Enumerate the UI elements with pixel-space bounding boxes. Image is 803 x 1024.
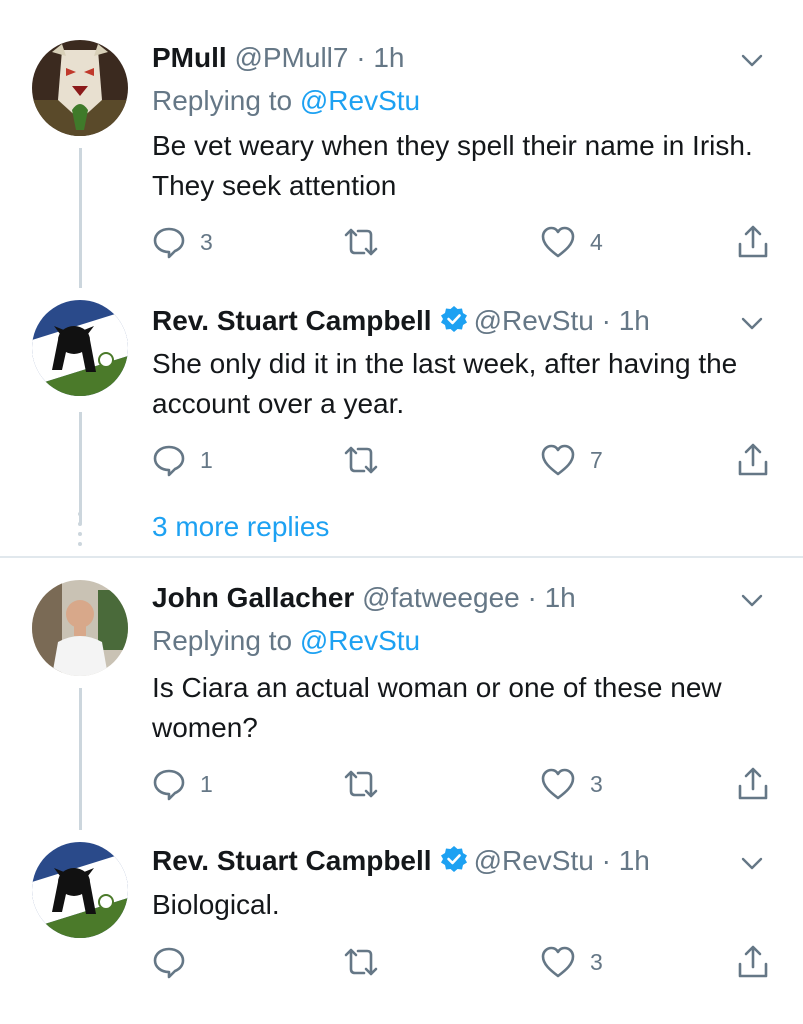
like-button[interactable]: 3 xyxy=(540,764,603,804)
reply-icon xyxy=(153,227,185,259)
retweet-button[interactable] xyxy=(342,942,394,982)
share-icon xyxy=(738,945,768,978)
reply-count: 1 xyxy=(200,770,213,797)
tweet-header: John Gallacher @fatweegee · 1h xyxy=(152,580,576,616)
chevron-down-icon[interactable] xyxy=(739,310,765,336)
avatar-revstu[interactable] xyxy=(32,842,128,938)
reply-button[interactable] xyxy=(152,942,200,982)
avatar-john-gallacher[interactable] xyxy=(32,580,128,676)
like-count: 3 xyxy=(590,770,603,797)
retweet-icon xyxy=(344,228,378,256)
tweet-revstu-1[interactable]: Rev. Stuart Campbell @RevStu · 1h She on… xyxy=(0,290,803,556)
user-handle[interactable]: @fatweegee xyxy=(362,582,520,613)
reply-button[interactable]: 3 xyxy=(152,222,213,262)
replying-to: Replying to @RevStu xyxy=(152,623,420,659)
reply-icon xyxy=(153,947,185,979)
share-button[interactable] xyxy=(736,942,770,982)
retweet-icon xyxy=(344,770,378,798)
tweet-actions: 1 3 xyxy=(152,764,782,804)
thread-line xyxy=(79,688,82,830)
like-button[interactable]: 4 xyxy=(540,222,603,262)
like-count: 7 xyxy=(590,446,603,473)
retweet-button[interactable] xyxy=(342,440,394,480)
thread-dots xyxy=(77,512,84,552)
tweet-text: She only did it in the last week, after … xyxy=(152,348,738,419)
reply-button[interactable]: 1 xyxy=(152,440,213,480)
thread-line xyxy=(79,148,82,288)
replying-to-label: Replying to xyxy=(152,85,293,116)
reply-icon xyxy=(153,445,185,477)
chevron-down-icon[interactable] xyxy=(739,47,765,73)
like-count: 4 xyxy=(590,228,603,255)
chevron-down-icon[interactable] xyxy=(739,850,765,876)
share-button[interactable] xyxy=(736,440,770,480)
like-button[interactable]: 7 xyxy=(540,440,603,480)
share-button[interactable] xyxy=(736,222,770,262)
retweet-button[interactable] xyxy=(342,222,394,262)
replying-to-link[interactable]: @RevStu xyxy=(300,85,420,116)
reply-icon xyxy=(153,769,185,801)
share-button[interactable] xyxy=(736,764,770,804)
like-count: 3 xyxy=(590,948,603,975)
like-icon xyxy=(541,444,575,476)
reply-button[interactable]: 1 xyxy=(152,764,213,804)
replying-to-link[interactable]: @RevStu xyxy=(300,625,420,656)
tweet-header: PMull @PMull7 · 1h xyxy=(152,40,405,76)
timestamp[interactable]: · 1h xyxy=(602,305,650,336)
like-icon xyxy=(541,226,575,258)
tweet-actions: 1 7 xyxy=(152,440,782,480)
share-icon xyxy=(738,767,768,800)
user-handle[interactable]: @PMull7 xyxy=(234,42,348,73)
display-name[interactable]: Rev. Stuart Campbell xyxy=(152,845,432,876)
tweet-pmull[interactable]: PMull @PMull7 · 1h Replying to @RevStu B… xyxy=(0,0,803,290)
tweet-actions: 3 4 xyxy=(152,222,782,262)
display-name[interactable]: John Gallacher xyxy=(152,582,354,613)
tweet-actions: 3 xyxy=(152,942,782,982)
timestamp[interactable]: · 1h xyxy=(602,845,650,876)
reply-count: 3 xyxy=(200,228,213,255)
share-icon xyxy=(738,225,768,258)
like-icon xyxy=(541,768,575,800)
like-button[interactable]: 3 xyxy=(540,942,603,982)
user-handle[interactable]: @RevStu xyxy=(474,305,594,336)
more-replies-link[interactable]: 3 more replies xyxy=(152,509,329,545)
share-icon xyxy=(738,443,768,476)
user-handle[interactable]: @RevStu xyxy=(474,845,594,876)
avatar-revstu[interactable] xyxy=(32,300,128,396)
tweet-header: Rev. Stuart Campbell @RevStu · 1h xyxy=(152,303,650,339)
tweet-text: Be vet weary when they spell their name … xyxy=(152,130,753,201)
thread-line xyxy=(79,412,82,524)
verified-badge-icon xyxy=(440,846,467,872)
display-name[interactable]: PMull xyxy=(152,42,227,73)
tweet-john-gallacher[interactable]: John Gallacher @fatweegee · 1h Replying … xyxy=(0,558,803,830)
retweet-icon xyxy=(344,948,378,976)
replying-to: Replying to @RevStu xyxy=(152,83,420,119)
like-icon xyxy=(541,946,575,978)
retweet-button[interactable] xyxy=(342,764,394,804)
tweet-text: Is Ciara an actual woman or one of these… xyxy=(152,672,722,743)
retweet-icon xyxy=(344,446,378,474)
replying-to-label: Replying to xyxy=(152,625,293,656)
tweet-header: Rev. Stuart Campbell @RevStu · 1h xyxy=(152,843,650,879)
tweet-text: Biological. xyxy=(152,889,280,920)
chevron-down-icon[interactable] xyxy=(739,587,765,613)
timestamp[interactable]: · 1h xyxy=(356,42,404,73)
tweet-revstu-2[interactable]: Rev. Stuart Campbell @RevStu · 1h Biolog… xyxy=(0,830,803,1024)
avatar-pmull[interactable] xyxy=(32,40,128,136)
verified-badge-icon xyxy=(440,306,467,332)
timestamp[interactable]: · 1h xyxy=(528,582,576,613)
reply-count: 1 xyxy=(200,446,213,473)
display-name[interactable]: Rev. Stuart Campbell xyxy=(152,305,432,336)
